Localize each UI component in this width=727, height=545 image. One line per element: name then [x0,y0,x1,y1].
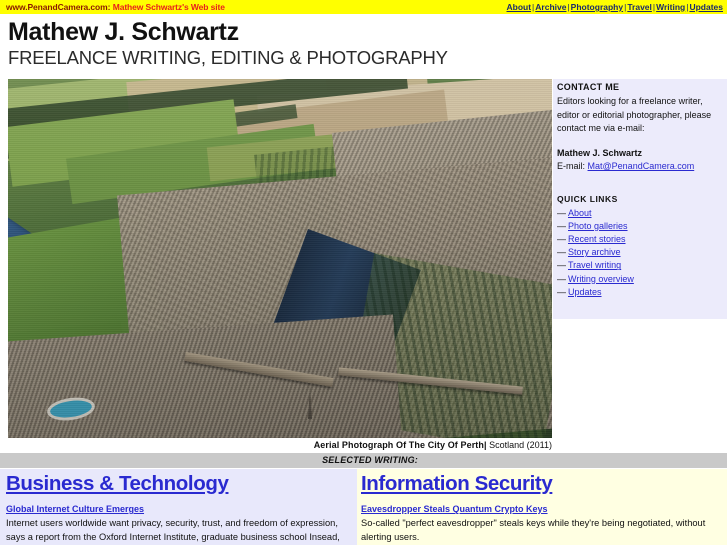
quick-link-about[interactable]: — About [557,207,723,220]
page-root: www.PenandCamera.com: Mathew Schwartz's … [0,0,727,545]
quick-link-label[interactable]: Updates [568,287,602,297]
column-title-information-security[interactable]: Information Security [361,471,553,496]
photo-caption-title: Aerial Photograph Of The City Of Perth| [313,440,487,450]
quick-link-travel-writing[interactable]: — Travel writing [557,259,723,272]
top-nav-travel[interactable]: Travel [627,2,652,12]
quick-link-writing-overview[interactable]: — Writing overview [557,273,723,286]
site-domain: www.PenandCamera.com: [6,2,111,12]
selected-writing-label: SELECTED WRITING: [322,455,418,465]
quick-link-label[interactable]: Writing overview [568,274,634,284]
column-information-security: Information Security Eavesdropper Steals… [357,469,727,545]
top-nav-about[interactable]: About [507,2,532,12]
story-item: Global Internet Culture Emerges Internet… [6,499,351,545]
dash-bullet: — [557,260,566,271]
top-nav: About|Archive|Photography|Travel|Writing… [507,2,724,12]
quick-links-heading: QUICK LINKS [557,193,618,204]
top-nav-updates[interactable]: Updates [689,2,723,12]
story-summary: So-called "perfect eavesdropper" steals … [361,518,706,542]
top-nav-writing[interactable]: Writing [656,2,685,12]
photo-caption: Aerial Photograph Of The City Of Perth| … [8,440,552,451]
site-title: Mathew Schwartz's Web site [112,2,225,12]
story-summary: Internet users worldwide want privacy, s… [6,518,340,542]
contact-text: Editors looking for a freelance writer, … [557,96,712,133]
sidebar: CONTACT ME Editors looking for a freelan… [553,79,727,319]
column-business-technology: Business & Technology Global Internet Cu… [0,469,357,545]
quick-link-recent-stories[interactable]: — Recent stories [557,233,723,246]
email-link[interactable]: Mat@PenandCamera.com [588,161,695,171]
contact-email-row: E-mail: Mat@PenandCamera.com [557,160,723,174]
dash-bullet: — [557,207,566,218]
aerial-photograph-image [8,79,552,438]
column-title-business-technology[interactable]: Business & Technology [6,471,229,496]
top-nav-photography[interactable]: Photography [571,2,623,12]
masthead: Mathew J. Schwartz FREELANCE WRITING, ED… [8,18,648,69]
story-headline-link[interactable]: Eavesdropper Steals Quantum Crypto Keys [361,503,548,515]
contact-heading: CONTACT ME [557,82,620,92]
dash-bullet: — [557,286,566,297]
quick-link-updates[interactable]: — Updates [557,286,723,299]
story-columns: Business & Technology Global Internet Cu… [0,469,727,545]
dash-bullet: — [557,247,566,258]
dash-bullet: — [557,273,566,284]
page-subtitle: FREELANCE WRITING, EDITING & PHOTOGRAPHY [8,47,448,68]
story-item: Eavesdropper Steals Quantum Crypto Keys … [361,499,721,545]
contact-name: Mathew J. Schwartz [557,147,643,158]
quick-link-label[interactable]: About [568,208,592,218]
page-title: Mathew J. Schwartz [8,18,239,46]
quick-link-label[interactable]: Recent stories [568,234,626,244]
quick-link-label[interactable]: Travel writing [568,260,621,270]
photo-caption-detail: Scotland (2011) [486,440,552,450]
quick-link-label[interactable]: Story archive [568,247,621,257]
top-banner: www.PenandCamera.com: Mathew Schwartz's … [0,0,727,14]
story-headline-link[interactable]: Global Internet Culture Emerges [6,503,144,515]
photo-grain [8,79,552,438]
quick-link-story-archive[interactable]: — Story archive [557,246,723,259]
dash-bullet: — [557,233,566,244]
email-label: E-mail: [557,161,586,171]
quick-link-photo-galleries[interactable]: — Photo galleries [557,220,723,233]
dash-bullet: — [557,220,566,231]
site-identity: www.PenandCamera.com: Mathew Schwartz's … [6,2,225,12]
hero-photo [8,79,552,438]
top-nav-archive[interactable]: Archive [535,2,566,12]
quick-link-label[interactable]: Photo galleries [568,221,628,231]
